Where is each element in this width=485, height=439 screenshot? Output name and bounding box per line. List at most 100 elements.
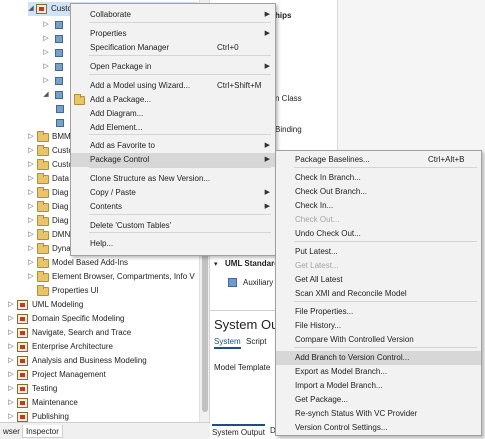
package-icon — [17, 398, 28, 408]
uml-standard-header[interactable]: UML Standard — [225, 258, 279, 269]
system-output-title: System Ou — [214, 317, 279, 332]
menu-item-add-element[interactable]: Add Element... — [71, 121, 275, 135]
package-icon — [17, 384, 28, 394]
submenu-item-put-latest[interactable]: Put Latest... — [276, 245, 481, 259]
element-icon — [56, 119, 64, 127]
expand-arrow-icon[interactable]: ▷ — [27, 242, 35, 256]
element-icon — [55, 49, 63, 57]
tab-script[interactable]: Script — [246, 336, 266, 347]
submenu-item-get-latest[interactable]: Get Latest... — [276, 259, 481, 273]
tree-item[interactable]: ▷ Enterprise Architecture — [8, 340, 198, 354]
menu-item-label: Add as Favorite to — [90, 141, 155, 150]
menu-item-delete-custom-tables[interactable]: Delete 'Custom Tables' — [71, 219, 275, 233]
expand-arrow-icon[interactable]: ▷ — [27, 228, 35, 242]
menu-item-properties[interactable]: Properties ▶ — [71, 27, 275, 41]
submenu-item-add-branch-to-version-control[interactable]: Add Branch to Version Control... — [276, 351, 481, 365]
menu-item-contents[interactable]: Contents ▶ — [71, 200, 275, 214]
expand-arrow-icon[interactable]: ▷ — [27, 200, 35, 214]
menu-item-label: Check In Branch... — [295, 173, 361, 182]
collapse-icon[interactable]: ▾ — [214, 259, 218, 270]
menu-item-help[interactable]: Help... — [71, 237, 275, 251]
tree-item[interactable]: ▷ Model Based Add-Ins — [28, 256, 198, 270]
submenu-item-undo-check-out[interactable]: Undo Check Out... — [276, 227, 481, 241]
tab-inspector[interactable]: Inspector — [22, 425, 63, 438]
tree-item[interactable]: ▷ Analysis and Business Modeling — [8, 354, 198, 368]
package-icon — [17, 300, 28, 310]
menu-item-add-as-favorite-to[interactable]: Add as Favorite to ▶ — [71, 139, 275, 153]
submenu-item-package-baselines[interactable]: Package Baselines... Ctrl+Alt+B — [276, 153, 481, 167]
submenu-arrow-icon: ▶ — [264, 156, 270, 163]
submenu-arrow-icon: ▶ — [264, 30, 270, 37]
tree-item[interactable]: ▷ UML Modeling — [8, 298, 198, 312]
menu-item-open-package-in[interactable]: Open Package in ▶ — [71, 60, 275, 74]
expand-arrow-icon[interactable]: ▷ — [42, 32, 50, 46]
expand-arrow-icon[interactable]: ◢ — [42, 88, 50, 102]
menu-item-package-control[interactable]: Package Control ▶ — [71, 153, 275, 167]
expand-arrow-icon[interactable]: ▷ — [27, 214, 35, 228]
expand-arrow-icon[interactable]: ▷ — [42, 18, 50, 32]
folder-icon — [37, 145, 49, 156]
expand-arrow-icon[interactable]: ▷ — [7, 354, 15, 368]
submenu-item-check-out-branch[interactable]: Check Out Branch... — [276, 185, 481, 199]
tree-item[interactable]: ▷ Navigate, Search and Trace — [8, 326, 198, 340]
tab-system-output[interactable]: System Output — [212, 424, 265, 438]
tree-item[interactable]: ▷ Domain Specific Modeling — [8, 312, 198, 326]
tab-system[interactable]: System — [214, 336, 241, 349]
expand-arrow-icon[interactable]: ▷ — [7, 326, 15, 340]
menu-item-specification-manager[interactable]: Specification Manager Ctrl+0 — [71, 41, 275, 55]
expand-arrow-icon[interactable]: ▷ — [7, 340, 15, 354]
expand-arrow-icon[interactable]: ▷ — [27, 270, 35, 284]
submenu-item-file-history[interactable]: File History... — [276, 319, 481, 333]
menu-item-collaborate[interactable]: Collaborate ▶ — [71, 8, 275, 22]
folder-icon — [37, 243, 49, 254]
tree-item[interactable]: Properties UI — [28, 284, 198, 298]
submenu-item-get-all-latest[interactable]: Get All Latest — [276, 273, 481, 287]
expand-arrow-icon[interactable]: ◢ — [27, 2, 35, 16]
menu-item-add-a-model-using-wizard[interactable]: Add a Model using Wizard... Ctrl+Shift+M — [71, 79, 275, 93]
submenu-item-import-a-model-branch[interactable]: Import a Model Branch... — [276, 379, 481, 393]
submenu-item-file-properties[interactable]: File Properties... — [276, 305, 481, 319]
submenu-item-check-out[interactable]: Check Out... — [276, 213, 481, 227]
expand-arrow-icon[interactable]: ▷ — [42, 46, 50, 60]
menu-item-copy-paste[interactable]: Copy / Paste ▶ — [71, 186, 275, 200]
menu-item-label: Re-synch Status With VC Provider — [295, 409, 418, 418]
menu-item-label: Clone Structure as New Version... — [90, 174, 211, 183]
expand-arrow-icon[interactable]: ▷ — [7, 368, 15, 382]
menu-item-add-a-package[interactable]: Add a Package... — [71, 93, 275, 107]
toolbox-hint-relationships: hips — [275, 11, 292, 20]
expand-arrow-icon[interactable]: ▷ — [27, 172, 35, 186]
expand-arrow-icon[interactable]: ▷ — [42, 60, 50, 74]
tree-item[interactable]: ▷ Maintenance — [8, 396, 198, 410]
auxiliary-item[interactable]: Auxiliary — [243, 277, 273, 288]
expand-arrow-icon[interactable]: ▷ — [7, 396, 15, 410]
submenu-item-scan-xmi-and-reconcile-model[interactable]: Scan XMI and Reconcile Model — [276, 287, 481, 301]
expand-arrow-icon[interactable]: ▷ — [42, 74, 50, 88]
tree-item[interactable]: ▷ Testing — [8, 382, 198, 396]
expand-arrow-icon[interactable]: ▷ — [7, 312, 15, 326]
submenu-item-compare-with-controlled-version[interactable]: Compare With Controlled Version — [276, 333, 481, 347]
expand-arrow-icon[interactable]: ▷ — [27, 186, 35, 200]
expand-arrow-icon[interactable]: ▷ — [27, 144, 35, 158]
menu-item-label: Add Branch to Version Control... — [295, 353, 410, 362]
expand-arrow-icon[interactable]: ▷ — [27, 158, 35, 172]
submenu-item-export-as-model-branch[interactable]: Export as Model Branch... — [276, 365, 481, 379]
submenu-item-re-synch-status-with-vc-provider[interactable]: Re-synch Status With VC Provider — [276, 407, 481, 421]
folder-icon — [37, 271, 49, 282]
submenu-item-get-package[interactable]: Get Package... — [276, 393, 481, 407]
tree-item[interactable]: ▷ Project Management — [8, 368, 198, 382]
tree-item[interactable]: ▷ Element Browser, Compartments, Info V — [28, 270, 198, 284]
tab-browser[interactable]: wser — [0, 425, 23, 438]
menu-item-label: Scan XMI and Reconcile Model — [295, 289, 407, 298]
submenu-item-check-in[interactable]: Check In... — [276, 199, 481, 213]
tree-item[interactable]: ▷ Publishing — [8, 410, 198, 422]
expand-arrow-icon[interactable]: ▷ — [27, 256, 35, 270]
expand-arrow-icon[interactable]: ▷ — [7, 298, 15, 312]
expand-arrow-icon[interactable]: ▷ — [27, 130, 35, 144]
submenu-item-check-in-branch[interactable]: Check In Branch... — [276, 171, 481, 185]
expand-arrow-icon[interactable]: ▷ — [7, 382, 15, 396]
menu-item-add-diagram[interactable]: Add Diagram... — [71, 107, 275, 121]
menu-item-clone-structure-as-new-version[interactable]: Clone Structure as New Version... — [71, 172, 275, 186]
expand-arrow-icon[interactable]: ▷ — [7, 410, 15, 422]
submenu-item-version-control-settings[interactable]: Version Control Settings... — [276, 421, 481, 435]
add-package-icon — [74, 94, 85, 105]
